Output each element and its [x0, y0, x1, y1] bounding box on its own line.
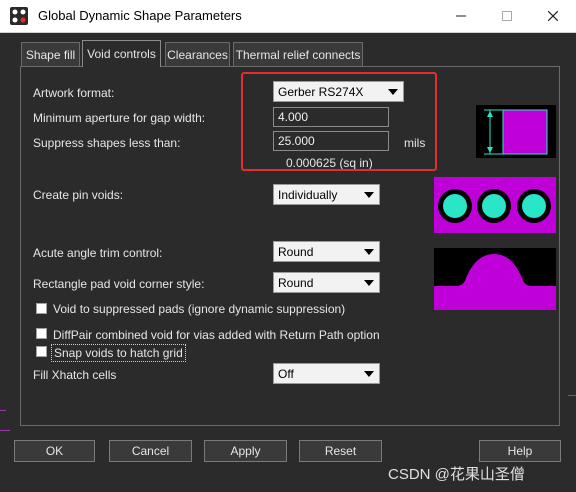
- snap-voids-label: Snap voids to hatch grid: [51, 344, 186, 362]
- background-trace: [568, 395, 576, 396]
- app-icon: [10, 7, 28, 25]
- maximize-button[interactable]: [484, 0, 530, 32]
- void-suppressed-pads-checkbox[interactable]: [36, 303, 47, 314]
- void-suppressed-pads-label: Void to suppressed pads (ignore dynamic …: [53, 302, 346, 316]
- diffpair-combined-void-label: DiffPair combined void for vias added wi…: [53, 328, 380, 342]
- diffpair-combined-void-checkbox[interactable]: [36, 328, 47, 339]
- rect-pad-corner-label: Rectangle pad void corner style:: [33, 277, 205, 291]
- pin-voids-preview-image: [434, 177, 556, 233]
- help-button[interactable]: Help: [479, 440, 561, 462]
- chevron-down-icon: [364, 249, 374, 255]
- rect-pad-corner-select[interactable]: Round: [273, 272, 380, 293]
- tab-shape-fill[interactable]: Shape fill: [21, 42, 80, 66]
- tab-clearances[interactable]: Clearances: [165, 42, 230, 66]
- acute-angle-value: Round: [278, 245, 314, 259]
- fill-xhatch-select[interactable]: Off: [273, 363, 380, 384]
- cancel-button[interactable]: Cancel: [109, 440, 192, 462]
- background-trace: [0, 410, 6, 411]
- maximize-icon: [502, 11, 512, 21]
- title-bar: Global Dynamic Shape Parameters: [0, 0, 576, 33]
- reset-button[interactable]: Reset: [299, 440, 382, 462]
- min-aperture-label: Minimum aperture for gap width:: [33, 111, 206, 125]
- acute-angle-select[interactable]: Round: [273, 241, 380, 262]
- tab-void-controls[interactable]: Void controls: [82, 40, 161, 67]
- apply-button[interactable]: Apply: [204, 440, 287, 462]
- window-title: Global Dynamic Shape Parameters: [38, 8, 242, 23]
- close-button[interactable]: [530, 0, 576, 32]
- background-trace: [0, 430, 10, 431]
- pin-voids-select[interactable]: Individually: [273, 184, 380, 205]
- minimize-button[interactable]: [438, 0, 484, 32]
- chevron-down-icon: [364, 192, 374, 198]
- snap-voids-checkbox[interactable]: [36, 346, 47, 357]
- aperture-preview-image: [476, 105, 556, 158]
- chevron-down-icon: [364, 371, 374, 377]
- ok-button[interactable]: OK: [14, 440, 95, 462]
- close-icon: [548, 11, 558, 21]
- chevron-down-icon: [364, 280, 374, 286]
- pin-voids-value: Individually: [278, 188, 338, 202]
- watermark-text: CSDN @花果山圣僧: [388, 466, 525, 483]
- suppress-shapes-label: Suppress shapes less than:: [33, 136, 181, 150]
- corner-style-preview-image: [434, 248, 556, 310]
- pin-voids-label: Create pin voids:: [33, 188, 124, 202]
- artwork-format-label: Artwork format:: [33, 86, 115, 100]
- fill-xhatch-label: Fill Xhatch cells: [33, 368, 117, 382]
- highlight-box: [241, 72, 437, 171]
- fill-xhatch-value: Off: [278, 367, 294, 381]
- rect-pad-corner-value: Round: [278, 276, 314, 290]
- minimize-icon: [456, 15, 466, 17]
- tab-thermal-relief-connects[interactable]: Thermal relief connects: [233, 42, 363, 66]
- acute-angle-label: Acute angle trim control:: [33, 246, 163, 260]
